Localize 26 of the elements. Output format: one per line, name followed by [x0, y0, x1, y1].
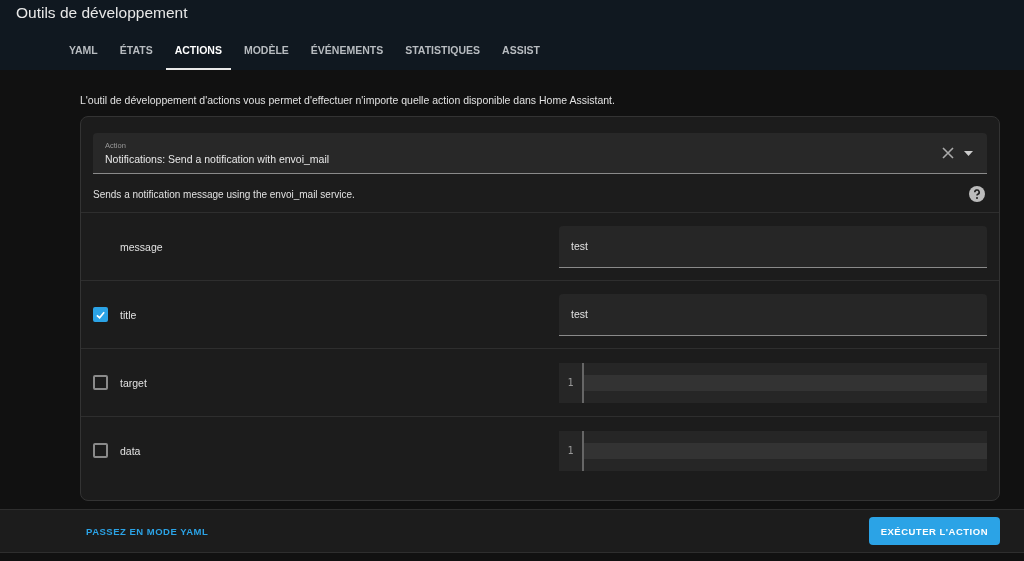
field-label: title — [120, 308, 137, 321]
caret-icon[interactable] — [964, 150, 973, 156]
field-label: message — [120, 240, 163, 253]
page-title: Outils de développement — [16, 3, 189, 23]
tab[interactable]: ASSIST — [493, 37, 549, 70]
input-field[interactable]: test — [559, 293, 987, 336]
description-text: Sends a notification message using the envoi_mail service. — [93, 188, 355, 200]
code-editor[interactable]: 1 — [559, 430, 987, 471]
field-label: target — [120, 376, 147, 389]
input-field[interactable]: test — [559, 225, 987, 268]
tab[interactable]: ÉTATS — [110, 37, 162, 70]
intro-text: L'outil de développement d'actions vous permet d'effectuer n'importe quelle action disponible dans Home Assistant. — [80, 94, 616, 106]
close-icon[interactable] — [942, 147, 954, 159]
checkbox[interactable] — [93, 375, 108, 390]
tab[interactable]: YAML — [60, 37, 107, 70]
yaml-mode-link[interactable]: PASSEZ EN MODE YAML — [86, 525, 209, 537]
tab[interactable]: ÉVÉNEMENTS — [301, 37, 393, 70]
tab[interactable]: ACTIONS — [165, 37, 231, 70]
code-editor[interactable]: 1 — [559, 362, 987, 403]
checkbox[interactable] — [93, 307, 108, 322]
select-value: Notifications: Send a notification with envoi_mail — [105, 153, 331, 165]
field-label: data — [120, 444, 141, 457]
checkbox[interactable] — [93, 443, 108, 458]
help-icon[interactable] — [969, 186, 985, 202]
tab[interactable]: STATISTIQUES — [396, 37, 490, 70]
tab[interactable]: MODÈLE — [234, 37, 298, 70]
